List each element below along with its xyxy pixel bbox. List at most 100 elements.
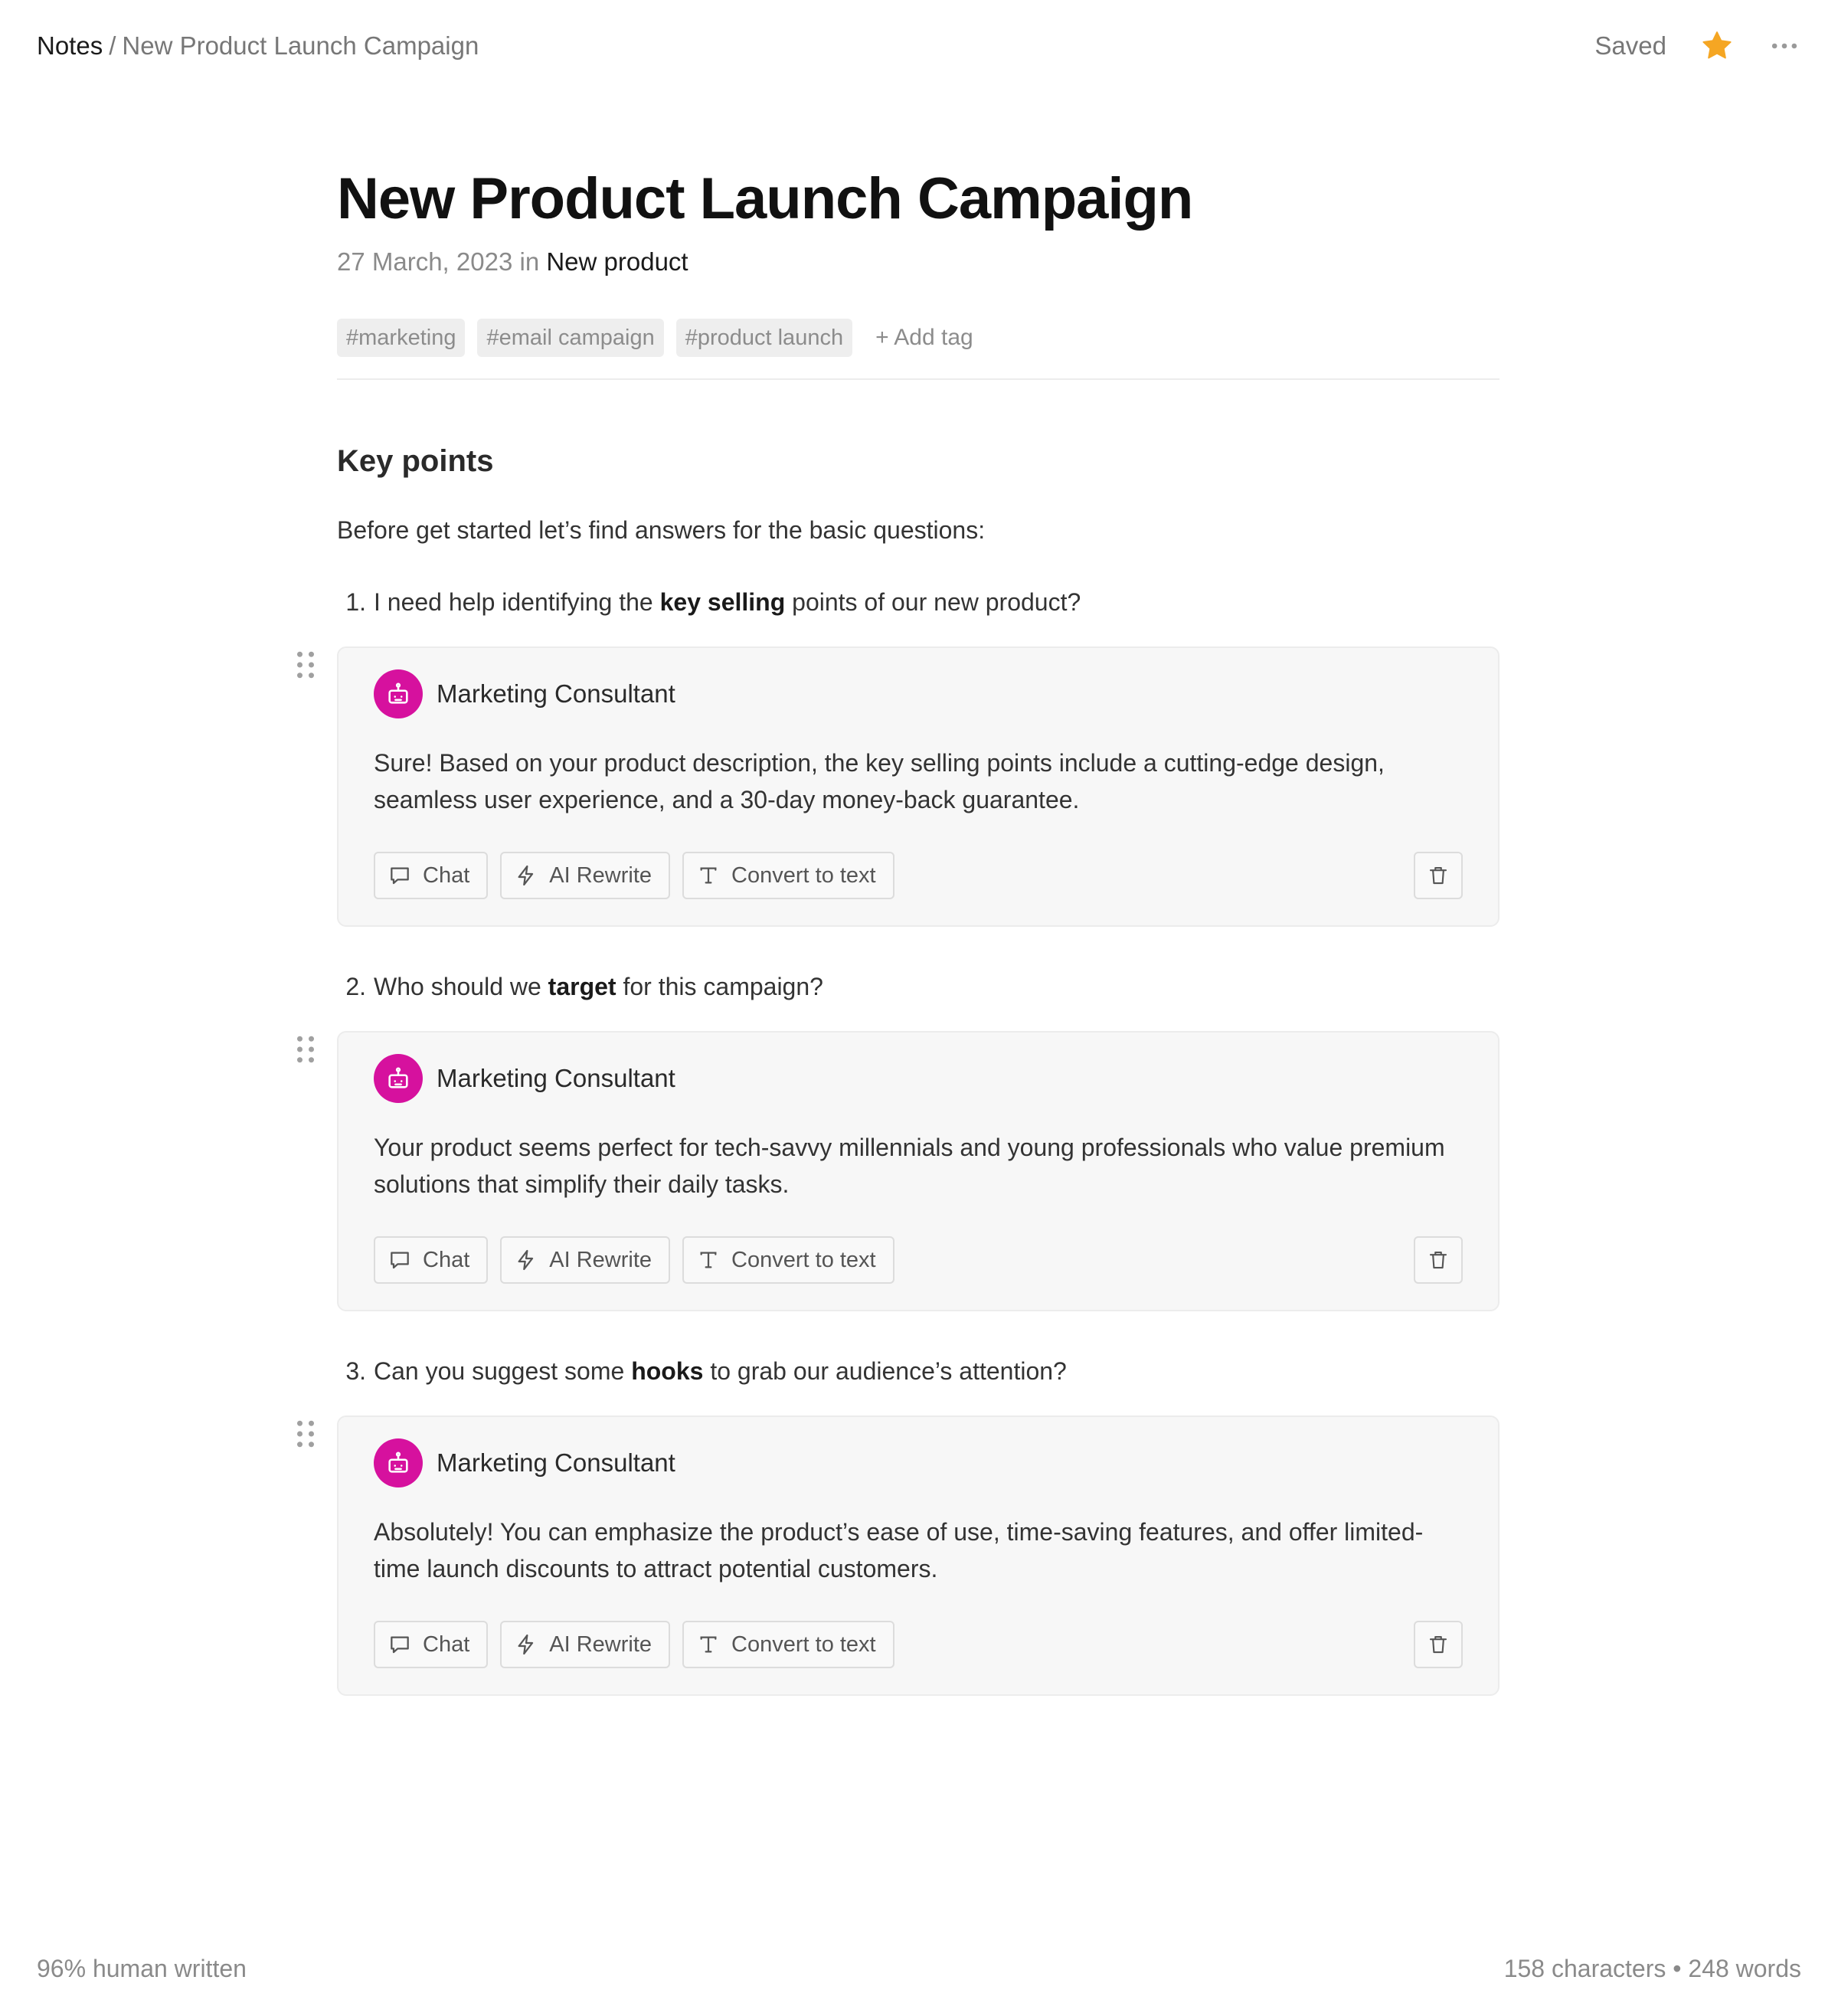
convert-to-text-button-label: Convert to text <box>731 862 876 888</box>
drag-handle-icon[interactable] <box>294 1034 317 1065</box>
card-author: Marketing Consultant <box>437 1448 675 1477</box>
ai-rewrite-button[interactable]: AI Rewrite <box>500 1236 671 1284</box>
convert-to-text-button[interactable]: Convert to text <box>682 1236 894 1284</box>
note-folder-link[interactable]: New product <box>546 247 688 276</box>
ai-rewrite-button-label: AI Rewrite <box>549 1631 652 1657</box>
word-count: 158 characters • 248 words <box>1503 1954 1801 1982</box>
tag-list: #marketing #email campaign #product laun… <box>337 319 1500 380</box>
question-text-after: to grab our audience’s attention? <box>703 1357 1067 1385</box>
question-text-after: points of our new product? <box>785 588 1081 616</box>
chat-button-label: Chat <box>423 862 470 888</box>
ai-response-card: Marketing Consultant Your product seems … <box>337 1031 1500 1311</box>
tag-email-campaign[interactable]: #email campaign <box>477 319 664 357</box>
drag-handle-icon[interactable] <box>294 650 317 680</box>
question-text-before: Who should we <box>374 973 548 1000</box>
ai-response-card: Marketing Consultant Absolutely! You can… <box>337 1415 1500 1696</box>
more-options-icon <box>1771 43 1797 49</box>
save-status: Saved <box>1594 31 1666 60</box>
question-item-1[interactable]: 1. I need help identifying the key selli… <box>337 584 1500 620</box>
question-text-before: Can you suggest some <box>374 1357 632 1385</box>
trash-icon <box>1429 866 1447 885</box>
trash-icon <box>1429 1251 1447 1269</box>
convert-to-text-button[interactable]: Convert to text <box>682 1621 894 1668</box>
robot-avatar-icon <box>374 1438 423 1487</box>
note-document: New Product Launch Campaign 27 March, 20… <box>297 161 1500 1696</box>
question-item-3[interactable]: 3. Can you suggest some hooks to grab ou… <box>337 1353 1500 1389</box>
ai-rewrite-button[interactable]: AI Rewrite <box>500 1621 671 1668</box>
question-text: I need help identifying the key selling … <box>374 584 1081 620</box>
ai-response-block-3: Marketing Consultant Absolutely! You can… <box>297 1415 1500 1696</box>
ai-response-card: Marketing Consultant Sure! Based on your… <box>337 646 1500 927</box>
chat-icon <box>391 867 409 885</box>
ai-rewrite-button-label: AI Rewrite <box>549 1247 652 1272</box>
question-number: 3. <box>345 1357 366 1385</box>
chat-button[interactable]: Chat <box>374 1621 489 1668</box>
breadcrumb-current: New Product Launch Campaign <box>122 31 479 60</box>
note-meta: 27 March, 2023 in New product <box>337 244 1500 280</box>
card-response-text[interactable]: Your product seems perfect for tech-savv… <box>374 1129 1463 1203</box>
tag-product-launch[interactable]: #product launch <box>675 319 853 357</box>
chat-icon <box>391 1636 409 1654</box>
breadcrumb-separator: / <box>109 31 116 60</box>
robot-avatar-icon <box>374 669 423 718</box>
delete-button[interactable] <box>1414 1236 1463 1284</box>
question-number: 2. <box>345 973 366 1000</box>
note-date: 27 March, 2023 <box>337 247 513 276</box>
status-footer: 96% human written 158 characters • 248 w… <box>37 1949 1801 1988</box>
lightning-icon <box>518 1249 534 1271</box>
card-author: Marketing Consultant <box>437 1064 675 1092</box>
star-icon <box>1702 31 1732 59</box>
convert-to-text-button-label: Convert to text <box>731 1631 876 1657</box>
question-text-bold: target <box>548 973 616 1000</box>
card-response-text[interactable]: Sure! Based on your product description,… <box>374 745 1463 818</box>
question-text: Can you suggest some hooks to grab our a… <box>374 1353 1067 1389</box>
convert-to-text-button[interactable]: Convert to text <box>682 852 894 899</box>
delete-button[interactable] <box>1414 1621 1463 1668</box>
lightning-icon <box>518 865 534 886</box>
card-header: Marketing Consultant <box>374 1438 1463 1487</box>
delete-button[interactable] <box>1414 852 1463 899</box>
card-header: Marketing Consultant <box>374 1054 1463 1103</box>
tag-marketing[interactable]: #marketing <box>337 319 466 357</box>
question-text: Who should we target for this campaign? <box>374 968 823 1005</box>
card-actions: Chat AI Rewrite Convert to text <box>374 1621 1463 1668</box>
question-text-bold: hooks <box>631 1357 704 1385</box>
ai-response-block-2: Marketing Consultant Your product seems … <box>297 1031 1500 1311</box>
text-icon <box>700 867 717 884</box>
card-actions: Chat AI Rewrite Convert to text <box>374 852 1463 899</box>
convert-to-text-button-label: Convert to text <box>731 1247 876 1272</box>
question-item-2[interactable]: 2. Who should we target for this campaig… <box>337 968 1500 1005</box>
breadcrumb: Notes / New Product Launch Campaign <box>37 31 479 61</box>
question-text-after: for this campaign? <box>616 973 823 1000</box>
chat-button[interactable]: Chat <box>374 1236 489 1284</box>
ai-rewrite-button[interactable]: AI Rewrite <box>500 852 671 899</box>
top-bar-actions: Saved <box>1594 29 1801 63</box>
question-number: 1. <box>345 588 366 616</box>
chat-button-label: Chat <box>423 1247 470 1272</box>
text-icon <box>700 1252 717 1268</box>
chat-button[interactable]: Chat <box>374 852 489 899</box>
section-heading[interactable]: Key points <box>337 440 1500 483</box>
intro-paragraph[interactable]: Before get started let’s find answers fo… <box>337 512 1500 548</box>
favorite-button[interactable] <box>1700 29 1734 63</box>
breadcrumb-notes-link[interactable]: Notes <box>37 31 103 60</box>
trash-icon <box>1429 1635 1447 1654</box>
top-bar: Notes / New Product Launch Campaign Saved <box>37 23 1801 69</box>
text-icon <box>700 1636 717 1653</box>
note-title[interactable]: New Product Launch Campaign <box>337 161 1500 237</box>
card-header: Marketing Consultant <box>374 669 1463 718</box>
question-text-bold: key selling <box>659 588 786 616</box>
drag-handle-icon[interactable] <box>294 1419 317 1449</box>
human-written-indicator: 96% human written <box>37 1954 247 1982</box>
note-meta-in: in <box>519 247 540 276</box>
chat-icon <box>391 1252 409 1269</box>
card-actions: Chat AI Rewrite Convert to text <box>374 1236 1463 1284</box>
lightning-icon <box>518 1634 534 1655</box>
chat-button-label: Chat <box>423 1631 470 1657</box>
card-author: Marketing Consultant <box>437 679 675 708</box>
more-options-button[interactable] <box>1768 29 1801 63</box>
card-response-text[interactable]: Absolutely! You can emphasize the produc… <box>374 1514 1463 1587</box>
ai-response-block-1: Marketing Consultant Sure! Based on your… <box>297 646 1500 927</box>
add-tag-button[interactable]: + Add tag <box>875 325 973 351</box>
question-text-before: I need help identifying the <box>374 588 660 616</box>
